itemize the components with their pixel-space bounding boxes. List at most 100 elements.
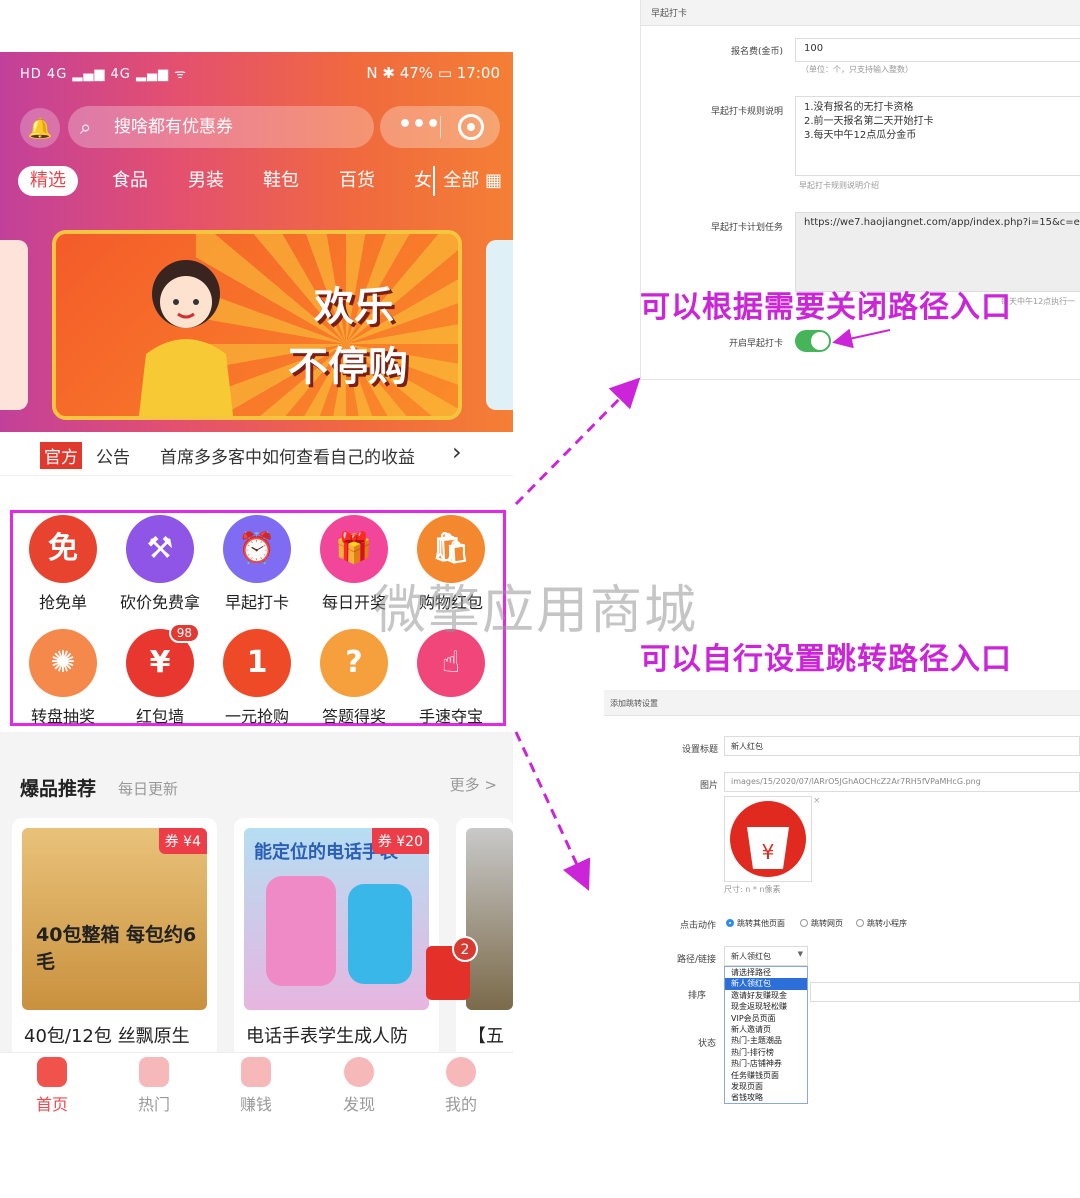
dropdown-option[interactable]: 热门-排行榜	[725, 1047, 807, 1058]
grid-item-icon: ⚒	[126, 515, 194, 583]
radio-label: 跳转网页	[811, 919, 843, 928]
grid-item[interactable]: ⏰ 早起打卡	[209, 515, 305, 615]
dropdown-option[interactable]: VIP会员页面	[725, 1013, 807, 1024]
grid-item-icon: 免	[29, 515, 97, 583]
switch-label: 开启早起打卡	[728, 339, 783, 349]
product-image-text: 40包整箱 每包约6毛	[36, 924, 197, 973]
dropdown-option[interactable]: 请选择路径	[725, 967, 807, 978]
radio-mini-program[interactable]: 跳转小程序	[856, 918, 907, 929]
tab-home[interactable]: 首页	[22, 1057, 82, 1115]
rules-textarea[interactable]: 1.没有报名的无打卡资格 2.前一天报名第二天开始打卡 3.每天中午12点瓜分金…	[795, 96, 1080, 176]
grid-item[interactable]: 1 一元抢购	[209, 629, 305, 729]
dropdown-option[interactable]: 发现页面	[725, 1081, 807, 1092]
search-input[interactable]: ⌕ 搜啥都有优惠券	[68, 106, 374, 148]
close-miniapp-icon[interactable]	[458, 114, 484, 140]
dropdown-option[interactable]: 任务赚钱页面	[725, 1070, 807, 1081]
red-packet-icon: ¥	[730, 801, 806, 877]
dropdown-option[interactable]: 现金返现轻松赚	[725, 1001, 807, 1012]
tab-women[interactable]: 女	[414, 166, 432, 196]
grid-item[interactable]: ✺ 转盘抽奖	[15, 629, 111, 729]
grid-item[interactable]: ⚒ 砍价免费拿	[112, 515, 208, 615]
rules-line: 2.前一天报名第二天开始打卡	[804, 116, 934, 127]
checkin-toggle[interactable]	[795, 330, 831, 352]
tab-mine[interactable]: 我的	[431, 1057, 491, 1115]
grid-item-label: 手速夺宝	[418, 707, 483, 726]
grid-item-label: 抢免单	[38, 593, 87, 612]
task-label: 早起打卡计划任务	[710, 223, 783, 233]
tab-food[interactable]: 食品	[112, 166, 148, 196]
dropdown-option[interactable]: 热门-主题潮品	[725, 1035, 807, 1046]
screenshot-root: HD 4G ▂▄▆ 4G ▂▄▆ ᯤ N ✱ 47% ▭ 17:00 🔔 ⌕ 搜…	[0, 0, 1080, 1198]
redirect-settings-panel: 添加跳转设置 设置标题 新人红包 图片 images/15/2020/07/lA…	[604, 690, 1080, 1110]
coupon-badge: 券 ¥4	[158, 828, 207, 854]
bell-icon[interactable]: 🔔	[20, 108, 60, 148]
all-categories-button[interactable]: 全部 ▦	[433, 166, 502, 196]
dropdown-option[interactable]: 省钱攻略	[725, 1092, 807, 1103]
action-label: 点击动作	[679, 921, 716, 931]
hot-title: 爆品推荐	[20, 778, 97, 800]
tab-general[interactable]: 百货	[339, 166, 375, 196]
tab-shoes-bags[interactable]: 鞋包	[263, 166, 299, 196]
rules-label: 早起打卡规则说明	[710, 107, 783, 117]
grid-item[interactable]: ☝ 手速夺宝	[403, 629, 499, 729]
path-select[interactable]: 新人领红包 ▼	[724, 946, 808, 966]
banner-line1: 欢乐	[314, 284, 394, 330]
image-path-input[interactable]: images/15/2020/07/lARrO5JGhAOCHcZ2Ar7RH5…	[724, 772, 1080, 792]
more-link[interactable]: 更多 >	[450, 774, 497, 795]
chevron-down-icon: ▼	[797, 950, 803, 958]
task-url-field[interactable]: https://we7.haojiangnet.com/app/index.ph…	[795, 212, 1080, 292]
status-bar: HD 4G ▂▄▆ 4G ▂▄▆ ᯤ N ✱ 47% ▭ 17:00	[20, 62, 500, 86]
grid-item[interactable]: 免抢免单	[15, 515, 111, 615]
fee-input[interactable]: 100	[795, 38, 1080, 62]
product-card[interactable]: 能定位的电话手表 券 ¥20 电话手表学生成人防	[234, 818, 439, 1058]
tab-hot[interactable]: 热门	[124, 1057, 184, 1115]
title-input[interactable]: 新人红包	[724, 736, 1080, 756]
rules-line: 3.每天中午12点瓜分金币	[804, 130, 917, 141]
hot-subtitle: 每日更新	[118, 780, 179, 798]
status-signal: HD 4G ▂▄▆ 4G ▂▄▆ ᯤ	[20, 67, 187, 82]
radio-dot	[726, 919, 734, 927]
dropdown-option[interactable]: 热门-店铺神券	[725, 1058, 807, 1069]
radio-dot	[800, 919, 808, 927]
tab-jingxuan[interactable]: 精选	[18, 166, 78, 196]
dropdown-option[interactable]: 邀请好友赚现金	[725, 990, 807, 1001]
dropdown-option[interactable]: 新人邀请页	[725, 1024, 807, 1035]
floating-red-packet[interactable]: 2	[426, 936, 478, 1000]
sort-input[interactable]	[810, 982, 1080, 1002]
fee-hint: （单位：个，只支持输入整数）	[801, 65, 913, 74]
watch-blue	[348, 884, 412, 984]
tab-menswear[interactable]: 男装	[188, 166, 224, 196]
tab-earn[interactable]: 赚钱	[226, 1057, 286, 1115]
image-label: 图片	[699, 781, 718, 791]
banner-next-peek[interactable]	[486, 240, 513, 410]
flame-icon	[139, 1057, 169, 1087]
dropdown-option[interactable]: 新人领红包	[725, 978, 807, 990]
rules-line: 1.没有报名的无打卡资格	[804, 102, 914, 113]
grid-item[interactable]: ¥98 红包墙	[112, 623, 208, 729]
grid-item-label: 红包墙	[135, 707, 184, 726]
grid-item-label: 砍价免费拿	[119, 593, 200, 612]
chevron-right-icon[interactable]: ›	[452, 438, 462, 466]
grid-item-icon: 1	[223, 629, 291, 697]
header-gradient: HD 4G ▂▄▆ 4G ▂▄▆ ᯤ N ✱ 47% ▭ 17:00 🔔 ⌕ 搜…	[0, 52, 513, 432]
banner-prev-peek[interactable]	[0, 240, 28, 410]
grid-item[interactable]: ? 答题得奖	[306, 629, 402, 729]
more-icon[interactable]: •••	[398, 112, 440, 137]
radio-web-page[interactable]: 跳转网页	[800, 918, 843, 929]
miniapp-capsule[interactable]: •••	[380, 106, 500, 148]
sort-label: 排序	[687, 991, 706, 1001]
radio-other-page[interactable]: 跳转其他页面	[726, 918, 785, 929]
title-label: 设置标题	[681, 745, 718, 755]
notice-bar[interactable]: 官方 公告 首席多多客中如何查看自己的收益 ›	[0, 432, 513, 476]
product-list: 40包整箱 每包约6毛 券 ¥4 40包/12包 丝飘原生 能定位的电话手表 券…	[0, 800, 513, 1058]
grid-item-label: 一元抢购	[224, 707, 289, 726]
radio-dot	[856, 919, 864, 927]
product-card[interactable]: 40包整箱 每包约6毛 券 ¥4 40包/12包 丝飘原生	[12, 818, 217, 1058]
coupon-badge: 券 ¥20	[371, 828, 429, 854]
tab-discover[interactable]: 发现	[329, 1057, 389, 1115]
svg-text:¥: ¥	[762, 840, 775, 864]
all-label: 全部	[443, 170, 480, 191]
promo-banner[interactable]: 欢乐 不停购	[52, 230, 462, 420]
remove-image-icon[interactable]: ×	[813, 796, 821, 806]
hot-section-header: 爆品推荐 每日更新 更多 >	[0, 750, 513, 800]
